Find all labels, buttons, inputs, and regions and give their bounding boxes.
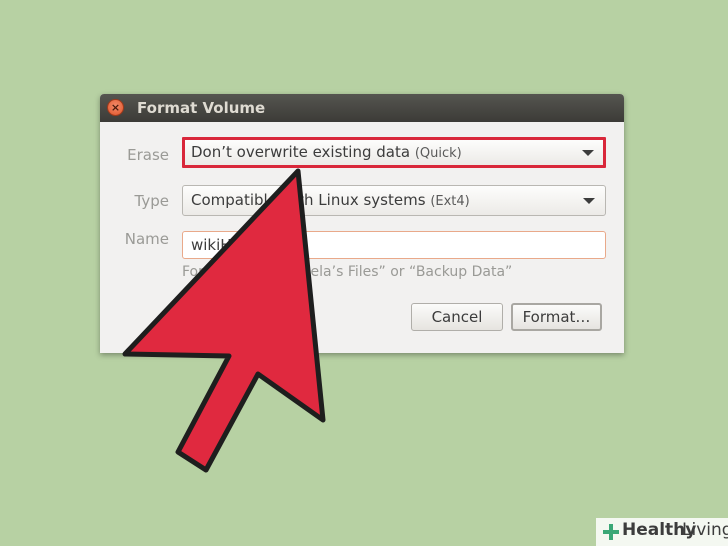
erase-label: Erase — [127, 146, 169, 164]
dropdown-arrow-icon — [582, 150, 594, 156]
plus-cross-logo-icon — [603, 524, 619, 540]
cancel-button[interactable]: Cancel — [411, 303, 503, 331]
titlebar: × Format Volume — [100, 94, 624, 122]
format-volume-dialog: × Format Volume Erase Don’t overwrite ex… — [100, 94, 624, 353]
name-label: Name — [124, 230, 169, 248]
name-input-value: wikiH — [191, 236, 232, 254]
erase-combobox[interactable]: Don’t overwrite existing data (Quick) — [182, 137, 606, 168]
dropdown-arrow-icon — [583, 198, 595, 204]
type-combobox[interactable]: Compatible with Linux systems (Ext4) — [182, 185, 606, 216]
close-icon[interactable]: × — [107, 99, 124, 116]
format-button[interactable]: Format… — [511, 303, 602, 331]
watermark-text-living: Living — [682, 520, 728, 540]
watermark: Healthy Living — [596, 518, 728, 546]
name-hint: For example: “Angela’s Files” or “Backup… — [182, 264, 513, 280]
name-input[interactable]: wikiH — [182, 231, 606, 259]
erase-combobox-text: Don’t overwrite existing data (Quick) — [191, 143, 462, 161]
type-combobox-text: Compatible with Linux systems (Ext4) — [191, 191, 470, 209]
type-label: Type — [134, 192, 169, 210]
dialog-title: Format Volume — [137, 99, 266, 117]
